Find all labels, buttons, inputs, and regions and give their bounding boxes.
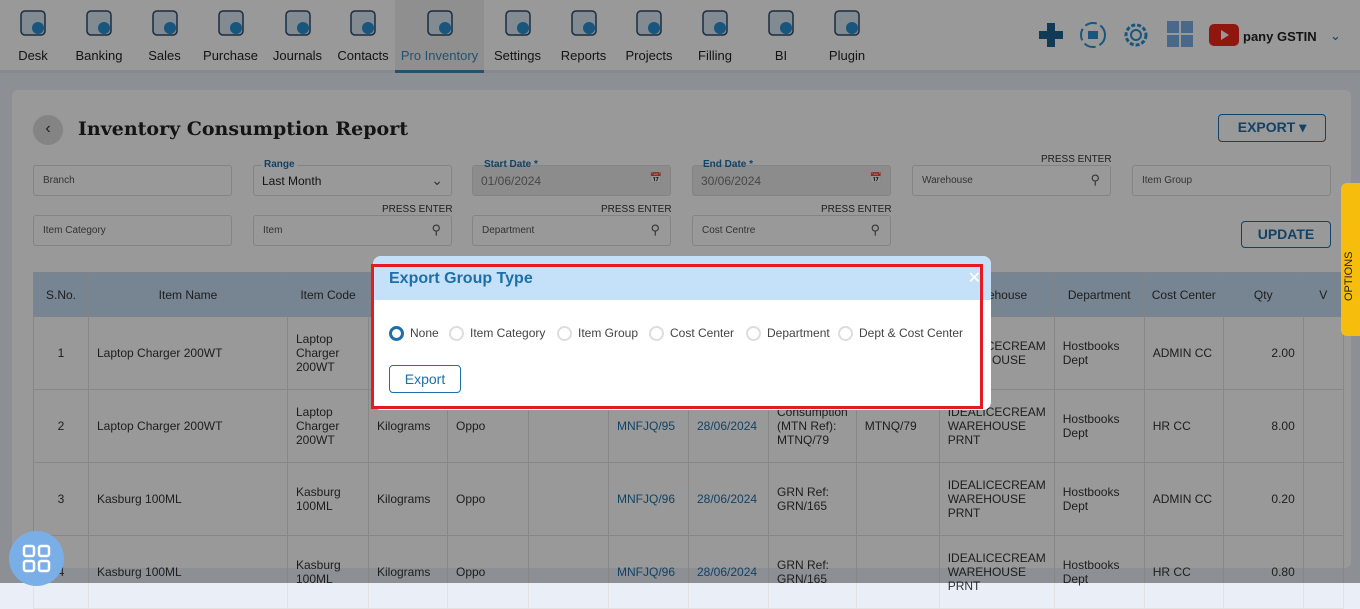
export-group-type-modal: Export Group Type ✕ Export None Item Cate… xyxy=(373,256,991,410)
radio-item-group[interactable]: Item Group xyxy=(557,326,639,342)
radio-label: Item Group xyxy=(578,326,639,340)
options-tab[interactable]: OPTIONS xyxy=(1341,183,1360,336)
apps-grid-button[interactable] xyxy=(9,531,64,586)
radio-circle[interactable] xyxy=(746,326,761,342)
radio-circle[interactable] xyxy=(389,326,404,342)
radio-none[interactable]: None xyxy=(389,326,439,342)
radio-item-category[interactable]: Item Category xyxy=(449,326,546,342)
radio-circle[interactable] xyxy=(838,326,853,342)
radio-label: Item Category xyxy=(470,326,546,340)
radio-label: Cost Center xyxy=(670,326,735,340)
radio-department[interactable]: Department xyxy=(746,326,830,342)
modal-title: Export Group Type xyxy=(389,270,533,287)
radio-label: None xyxy=(410,326,439,340)
radio-dept-cost-center[interactable]: Dept & Cost Center xyxy=(838,326,964,342)
radio-circle[interactable] xyxy=(649,326,664,342)
close-icon[interactable]: ✕ xyxy=(968,268,981,288)
options-label: OPTIONS xyxy=(1343,251,1355,301)
radio-cost-center[interactable]: Cost Center xyxy=(649,326,735,342)
export-button[interactable]: Export xyxy=(389,365,461,393)
radio-label: Dept & Cost Center xyxy=(859,326,964,340)
radio-circle[interactable] xyxy=(557,326,572,342)
radio-circle[interactable] xyxy=(449,326,464,342)
radio-label: Department xyxy=(767,326,830,340)
